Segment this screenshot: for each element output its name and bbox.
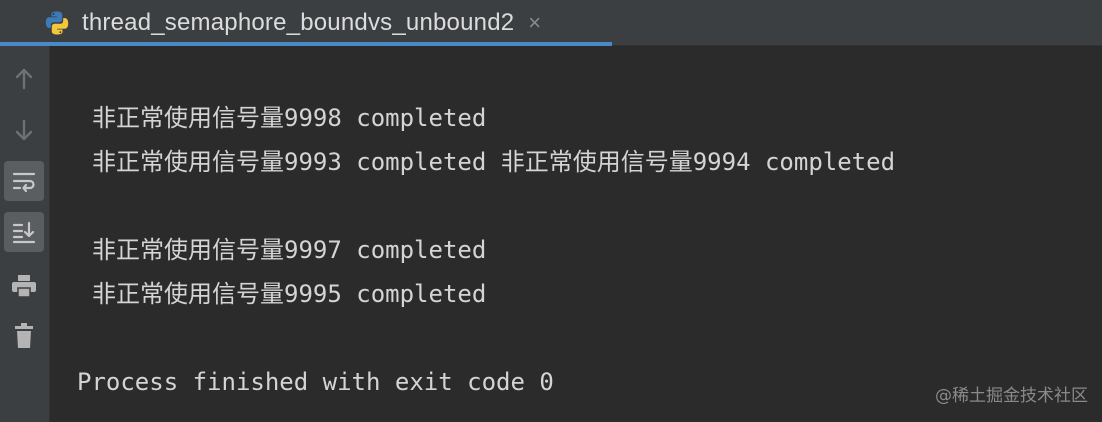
tab-bar: thread_semaphore_boundvs_unbound2 × bbox=[0, 0, 1102, 46]
down-stack-frame-button[interactable] bbox=[4, 110, 44, 150]
process-finished-line: Process finished with exit code 0 bbox=[77, 368, 554, 396]
console-line: 非正常使用信号量9995 completed bbox=[92, 280, 487, 308]
soft-wrap-button[interactable] bbox=[4, 161, 44, 201]
soft-wrap-icon bbox=[12, 172, 36, 193]
console-toolbar bbox=[0, 46, 50, 422]
console-output[interactable]: 非正常使用信号量9998 completed 非正常使用信号量9993 comp… bbox=[50, 46, 1102, 422]
console-line: 非正常使用信号量9998 completed bbox=[92, 104, 487, 132]
print-button[interactable] bbox=[4, 266, 44, 306]
trash-icon bbox=[15, 323, 33, 348]
watermark: @稀土掘金技术社区 bbox=[935, 386, 1088, 406]
scroll-to-end-icon bbox=[12, 221, 36, 244]
run-console-window: thread_semaphore_boundvs_unbound2 × 非正常使… bbox=[0, 0, 1102, 422]
up-stack-frame-button[interactable] bbox=[4, 59, 44, 99]
tab-thread-semaphore[interactable]: thread_semaphore_boundvs_unbound2 × bbox=[0, 0, 612, 46]
console-line: 非正常使用信号量9993 completed 非正常使用信号量9994 comp… bbox=[92, 148, 896, 176]
arrow-up-icon bbox=[15, 68, 33, 90]
scroll-to-end-button[interactable] bbox=[4, 212, 44, 252]
tab-title: thread_semaphore_boundvs_unbound2 bbox=[82, 9, 515, 36]
print-icon bbox=[12, 275, 36, 298]
arrow-down-icon bbox=[15, 119, 33, 141]
console-line: 非正常使用信号量9997 completed bbox=[92, 236, 487, 264]
close-icon[interactable]: × bbox=[528, 12, 541, 34]
python-icon bbox=[45, 11, 69, 35]
clear-all-button[interactable] bbox=[4, 316, 44, 356]
